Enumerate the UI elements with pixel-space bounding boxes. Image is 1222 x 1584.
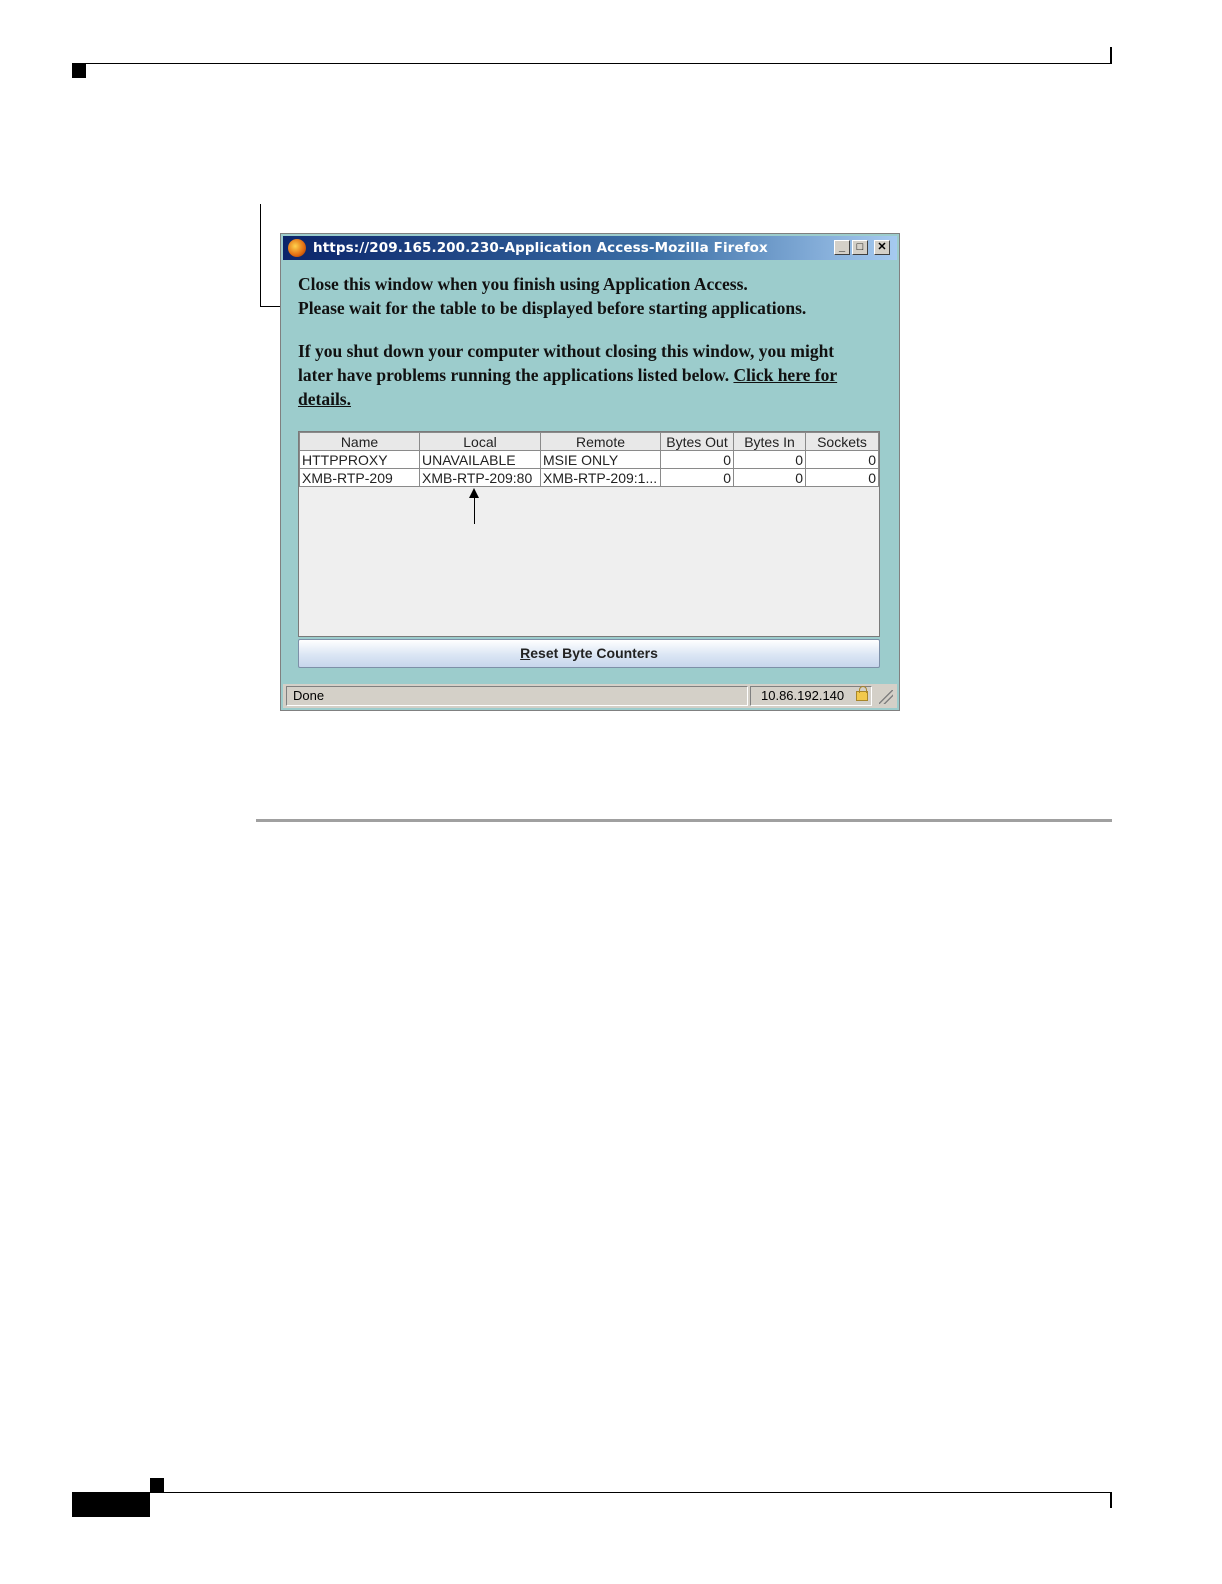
close-button[interactable]: ✕ (874, 240, 890, 255)
table-row[interactable]: HTTPPROXY UNAVAILABLE MSIE ONLY 0 0 0 (299, 450, 879, 469)
message-line: Close this window when you finish using … (298, 274, 748, 294)
table-cell: UNAVAILABLE (419, 450, 541, 469)
column-header[interactable]: Bytes In (733, 432, 806, 451)
title-bar[interactable]: https://209.165.200.230-Application Acce… (283, 236, 897, 260)
applications-table: Name Local Remote Bytes Out Bytes In Soc… (298, 431, 880, 637)
column-header[interactable]: Sockets (805, 432, 879, 451)
footer-rule (150, 1492, 1112, 1493)
table-cell: HTTPPROXY (299, 450, 420, 469)
column-header[interactable]: Name (299, 432, 420, 451)
minimize-button[interactable]: _ (834, 240, 850, 255)
header-marker (72, 64, 86, 78)
status-bar: Done 10.86.192.140 (283, 684, 897, 708)
table-cell: XMB-RTP-209:1... (540, 468, 661, 487)
column-header[interactable]: Remote (540, 432, 661, 451)
table-cell: 0 (660, 450, 734, 469)
reset-button-label: eset Byte Counters (530, 645, 658, 661)
table-cell: MSIE ONLY (540, 450, 661, 469)
table-cell: XMB-RTP-209 (299, 468, 420, 487)
browser-window: https://209.165.200.230-Application Acce… (280, 233, 900, 711)
header-tick (1110, 47, 1112, 64)
column-header[interactable]: Bytes Out (660, 432, 734, 451)
table-row[interactable]: XMB-RTP-209 XMB-RTP-209:80 XMB-RTP-209:1… (299, 468, 879, 487)
callout-arrow-icon (469, 488, 479, 498)
status-ip-panel: 10.86.192.140 (750, 686, 872, 706)
section-rule (256, 819, 1112, 822)
table-cell: 0 (805, 468, 879, 487)
table-cell: 0 (660, 468, 734, 487)
resize-grip-icon[interactable] (879, 690, 893, 704)
callout-line (474, 496, 475, 524)
window-title: https://209.165.200.230-Application Acce… (313, 240, 768, 256)
message-line: details. (298, 389, 351, 410)
ip-address: 10.86.192.140 (761, 688, 845, 703)
table-cell: 0 (733, 468, 806, 487)
footer-marker (150, 1478, 164, 1492)
lock-icon[interactable] (856, 686, 868, 701)
column-header[interactable]: Local (419, 432, 541, 451)
table-cell: 0 (805, 450, 879, 469)
status-text: Done (286, 686, 748, 706)
firefox-icon (288, 239, 306, 257)
table-cell: XMB-RTP-209:80 (419, 468, 541, 487)
message-text: later have problems running the applicat… (298, 365, 730, 385)
message-line: later have problems running the applicat… (298, 365, 837, 386)
table-header-row: Name Local Remote Bytes Out Bytes In Soc… (299, 432, 879, 451)
footer-tick (1110, 1493, 1112, 1508)
header-rule (72, 63, 1112, 64)
reset-button-mnemonic: R (520, 645, 531, 661)
table-cell: 0 (733, 450, 806, 469)
details-link[interactable]: Click here for (733, 365, 837, 385)
callout-line (260, 204, 261, 307)
maximize-button[interactable]: □ (852, 240, 868, 255)
details-link[interactable]: details. (298, 389, 351, 409)
footer-page-block (72, 1492, 150, 1517)
reset-byte-counters-button[interactable]: Reset Byte Counters (298, 639, 880, 668)
message-line: Please wait for the table to be displaye… (298, 298, 807, 318)
message-line: If you shut down your computer without c… (298, 341, 835, 361)
